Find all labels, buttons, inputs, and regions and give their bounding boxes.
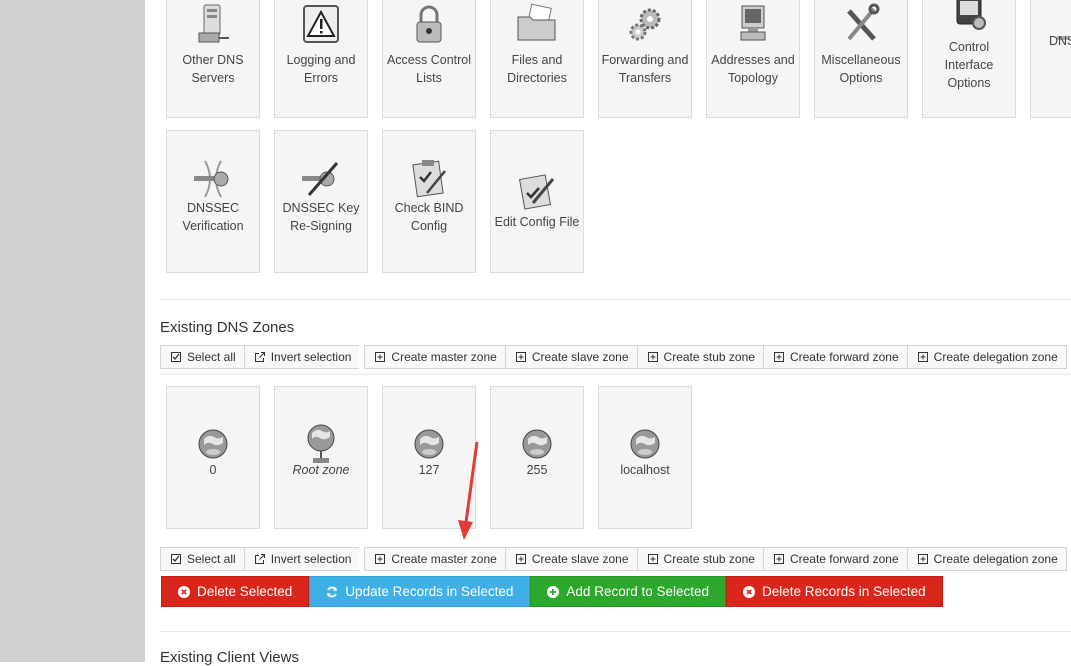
tile-other-dns-servers[interactable]: Other DNS Servers [166,0,260,118]
tile-logging-and-errors[interactable]: Logging and Errors [274,0,368,118]
plus-square-icon [515,554,526,564]
globe-icon [630,429,660,459]
create-slave-zone-button[interactable]: Create slave zone [504,345,637,369]
zone-tile-255[interactable]: 255 [490,386,584,529]
times-circle-icon [743,585,756,598]
zone-tile-0[interactable]: 0 [166,386,260,529]
plus-square-icon [375,352,386,362]
zone-label: 127 [418,463,440,477]
tools-icon [847,3,880,41]
section-divider [160,299,1071,300]
tile-edit-config-file[interactable]: Edit Config File [490,130,584,273]
create-stub-zone-button[interactable]: Create stub zone [636,345,763,369]
tile-label: Check BIND Config [394,201,464,233]
globe-icon [522,429,552,459]
times-circle-icon [178,585,190,598]
tile-label: Miscellaneous Options [821,53,901,85]
control-panel-icon [956,0,986,30]
zone-label: 0 [209,463,217,477]
tile-dnssec-verification[interactable]: DNSSEC Verification [166,130,260,273]
check-square-icon [171,554,181,564]
create-master-zone-button[interactable]: Create master zone [364,547,505,571]
plus-square-icon [375,554,386,564]
zone-actions: Delete Selected Update Records in Select… [161,576,943,607]
create-delegation-zone-button[interactable]: Create delegation zone [906,547,1067,571]
share-square-icon [254,352,265,362]
zone-tile-root[interactable]: Root zone [274,386,368,529]
tile-check-bind-config[interactable]: Check BIND Config [382,130,476,273]
tile-access-control-lists[interactable]: Access Control Lists [382,0,476,118]
update-records-button[interactable]: Update Records in Selected [309,576,531,607]
tile-dns[interactable]: DNS [1030,0,1071,118]
plus-square-icon [773,554,784,564]
plus-square-icon [773,352,784,362]
plus-square-icon [647,554,658,564]
edit-icon [519,174,555,210]
tile-label: DNS [1049,34,1071,48]
tile-label: Control Interface Options [944,40,994,90]
tile-forwarding-and-transfers[interactable]: Forwarding and Transfers [598,0,692,118]
tile-label: Logging and Errors [286,53,356,85]
folder-icon [517,3,556,41]
server-icon [198,4,229,43]
zones-toolbar-top: Select all Invert selection Create maste… [160,345,1067,369]
invert-selection-button[interactable]: Invert selection [243,345,360,369]
delete-selected-button[interactable]: Delete Selected [161,576,310,607]
tile-label: Forwarding and Transfers [601,53,689,85]
invert-selection-button[interactable]: Invert selection [243,547,360,571]
tile-addresses-and-topology[interactable]: Addresses and Topology [706,0,800,118]
refresh-icon [327,586,338,597]
warning-icon [303,5,339,43]
gears-icon [629,8,661,41]
plus-circle-icon [547,585,560,598]
plus-square-icon [917,554,928,564]
left-gutter [0,0,145,662]
create-slave-zone-button[interactable]: Create slave zone [504,547,637,571]
checklist-icon [412,160,446,198]
create-master-zone-button[interactable]: Create master zone [364,345,505,369]
tile-dnssec-key-resigning[interactable]: DNSSEC Key Re-Signing [274,130,368,273]
resign-key-icon [302,162,339,196]
tile-label: Access Control Lists [386,53,472,85]
create-forward-zone-button[interactable]: Create forward zone [762,547,907,571]
create-delegation-zone-button[interactable]: Create delegation zone [906,345,1067,369]
zones-toolbar-bottom: Select all Invert selection Create maste… [160,547,1067,571]
tile-control-interface-options[interactable]: Control Interface Options [922,0,1016,118]
create-forward-zone-button[interactable]: Create forward zone [762,345,907,369]
zone-label: localhost [620,463,670,477]
zone-tile-127[interactable]: 127 [382,386,476,529]
globe-icon [414,429,444,459]
tile-label: DNSSEC Key Re-Signing [282,201,360,233]
lock-icon [416,5,442,43]
zone-label: 255 [526,463,548,477]
plus-square-icon [515,352,526,362]
tile-label: Other DNS Servers [182,53,244,85]
share-square-icon [254,554,265,564]
tile-miscellaneous-options[interactable]: Miscellaneous Options [814,0,908,118]
check-square-icon [171,352,181,362]
create-stub-zone-button[interactable]: Create stub zone [636,547,763,571]
tile-label: Edit Config File [494,215,580,229]
plus-square-icon [647,352,658,362]
tile-label: Files and Directories [507,53,567,85]
select-all-button[interactable]: Select all [160,547,244,571]
tile-label: Addresses and Topology [711,53,795,85]
globe-network-icon [307,424,335,463]
views-section-title: Existing Client Views [160,649,299,666]
zone-tile-localhost[interactable]: localhost [598,386,692,529]
zones-section-title: Existing DNS Zones [160,319,295,336]
computer-icon [740,5,766,41]
plus-square-icon [917,352,928,362]
add-record-button[interactable]: Add Record to Selected [530,576,727,607]
section-divider [160,631,1071,632]
delete-records-button[interactable]: Delete Records in Selected [726,576,943,607]
toolbar-divider [160,374,1071,375]
zone-label: Root zone [292,463,350,477]
tile-label: DNSSEC Verification [182,201,244,233]
select-all-button[interactable]: Select all [160,345,244,369]
dnssec-key-icon [194,160,229,198]
tile-files-and-directories[interactable]: Files and Directories [490,0,584,118]
globe-icon [198,429,228,459]
